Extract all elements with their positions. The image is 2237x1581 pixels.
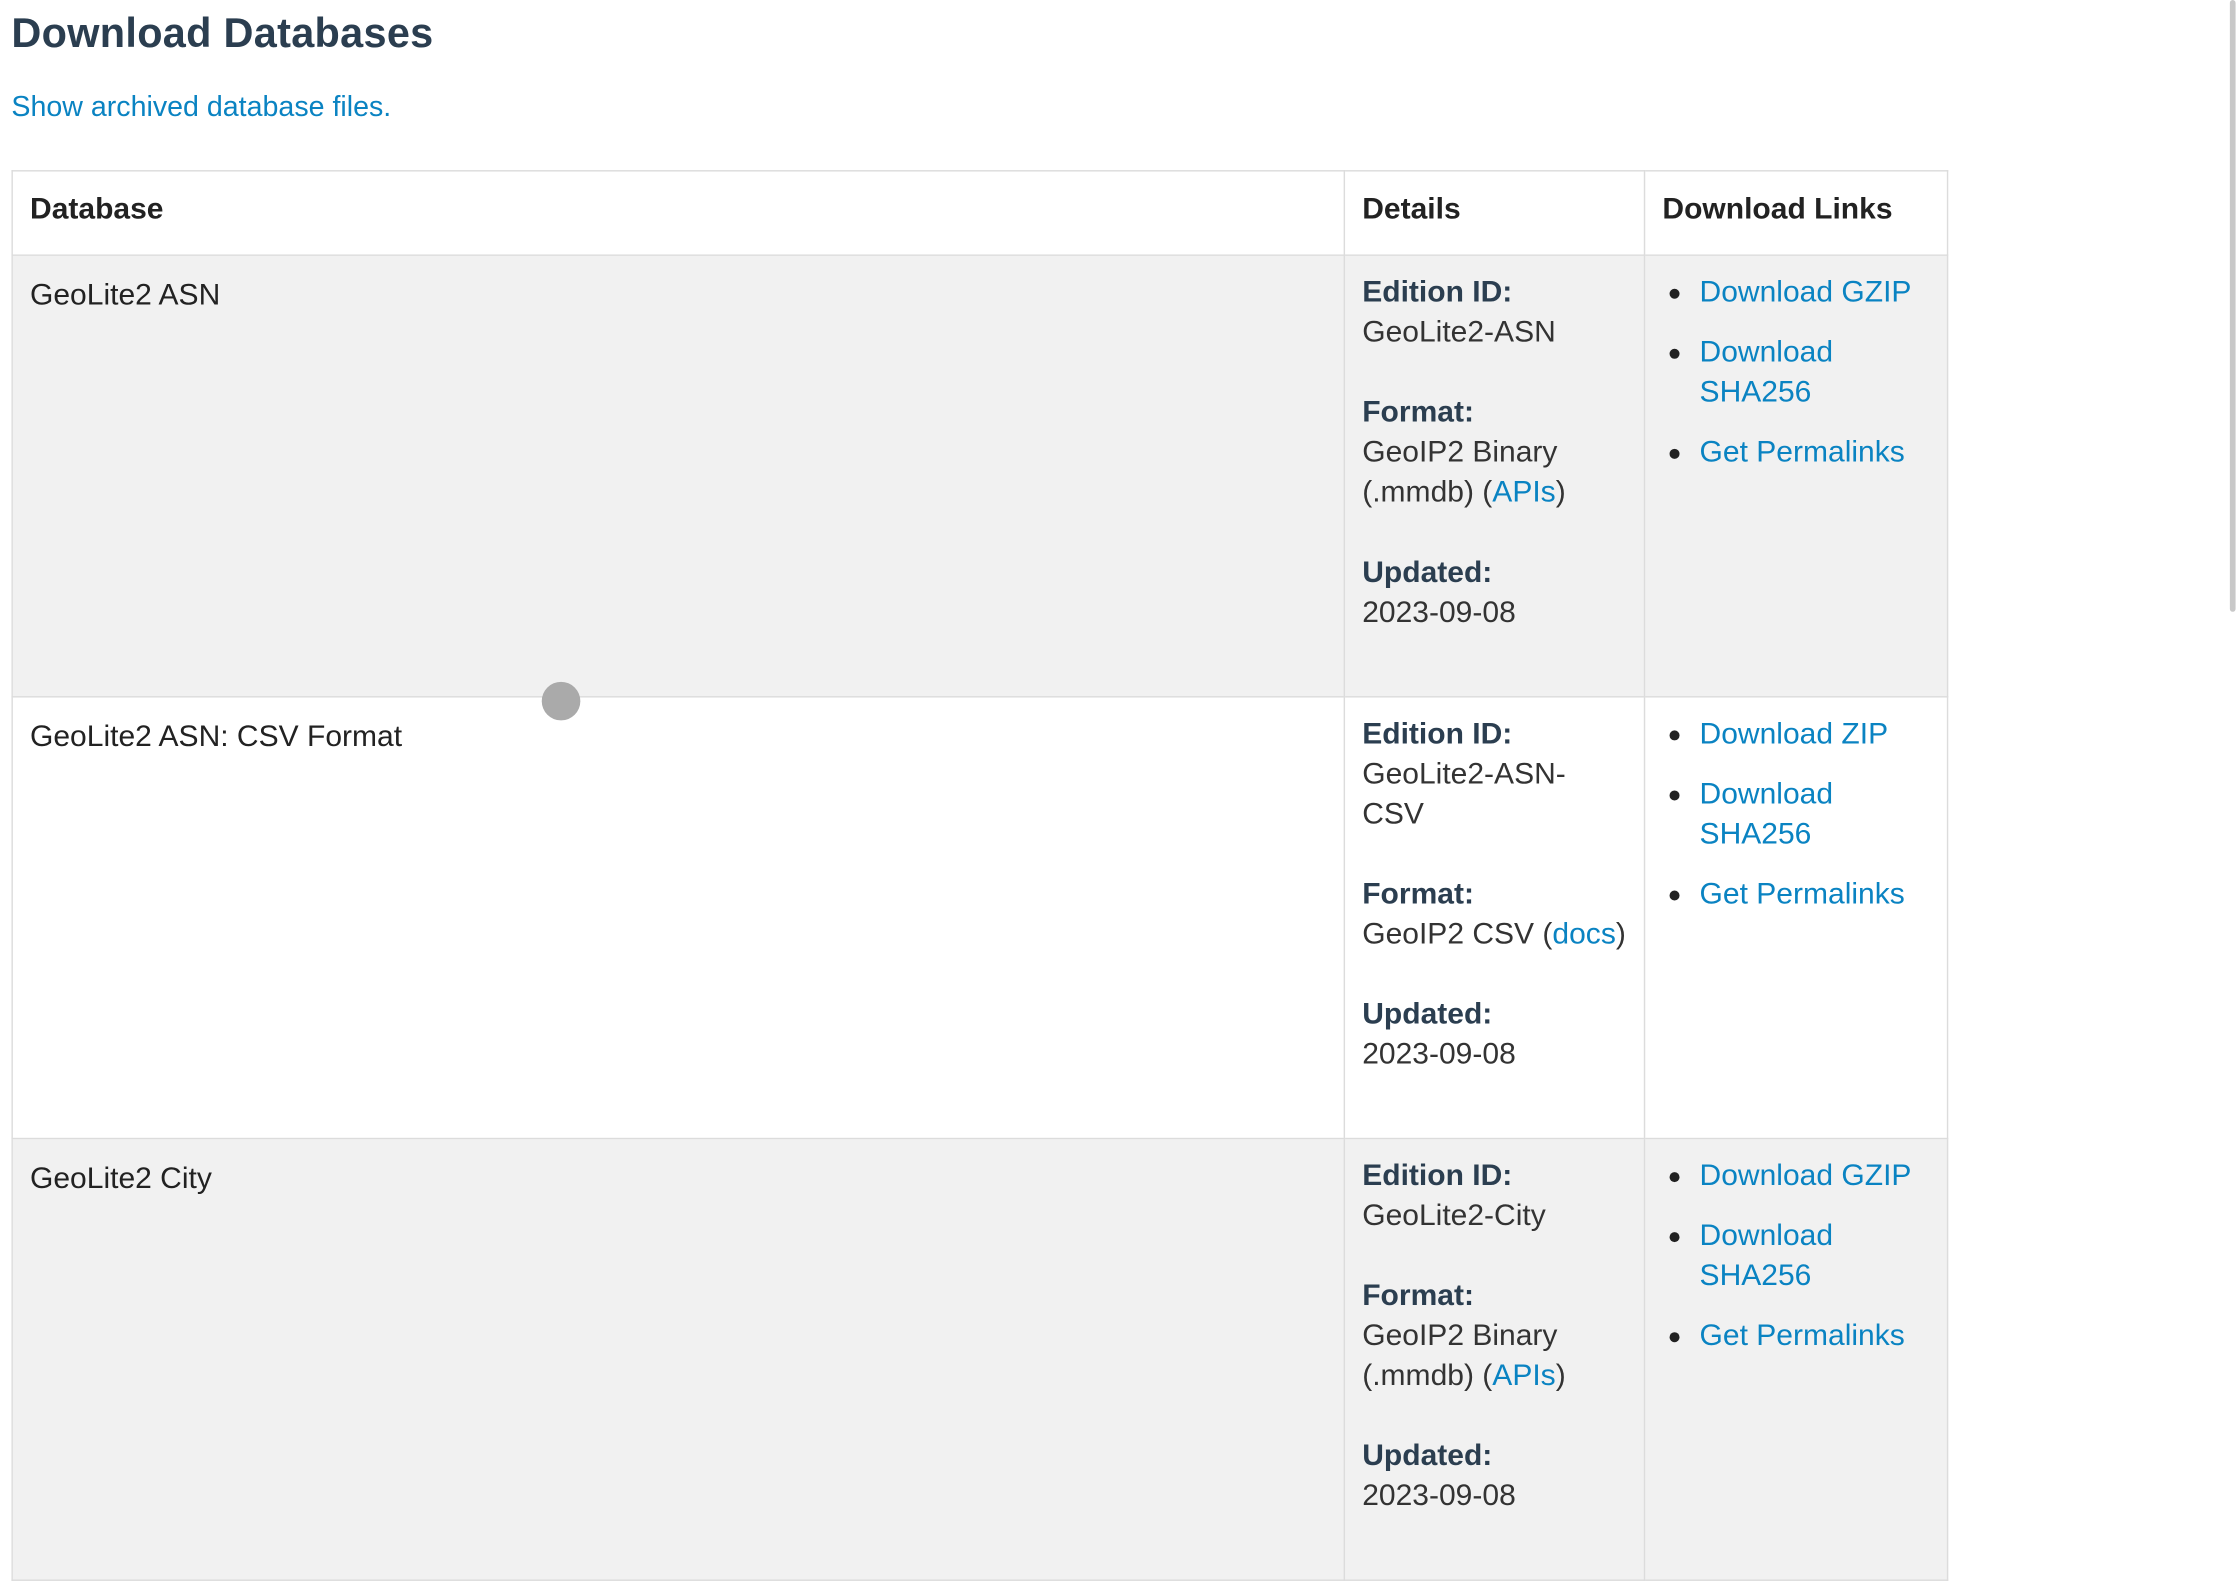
list-item: Download SHA256 — [1669, 1216, 1930, 1296]
download-links-cell: Download GZIP Download SHA256 Get Permal… — [1643, 254, 1949, 698]
format-docs-link[interactable]: docs — [1552, 918, 1615, 951]
details-cell: Edition ID: GeoLite2-ASN Format: GeoIP2 … — [1343, 254, 1646, 698]
updated-value: 2023-09-08 — [1362, 1479, 1516, 1513]
format-label: Format: — [1362, 395, 1474, 429]
updated-value: 2023-09-08 — [1362, 1037, 1516, 1071]
format-label: Format: — [1362, 877, 1474, 911]
get-permalinks-link[interactable]: Get Permalinks — [1700, 878, 1905, 911]
download-sha256-link[interactable]: Download SHA256 — [1700, 778, 1834, 851]
format-text: GeoIP2 CSV — [1362, 917, 1535, 951]
database-name: GeoLite2 ASN: CSV Format — [11, 696, 1346, 1140]
list-item: Download GZIP — [1669, 273, 1930, 313]
mouse-cursor-indicator — [541, 681, 581, 721]
get-permalinks-link[interactable]: Get Permalinks — [1700, 1319, 1905, 1352]
download-archive-link[interactable]: Download GZIP — [1700, 276, 1912, 309]
header-database: Database — [11, 170, 1346, 256]
download-sha256-link[interactable]: Download SHA256 — [1700, 336, 1834, 409]
download-links-list: Download ZIP Download SHA256 Get Permali… — [1662, 715, 1929, 915]
edition-id-label: Edition ID: — [1362, 1159, 1513, 1193]
edition-id-label: Edition ID: — [1362, 717, 1513, 751]
updated-label: Updated: — [1362, 997, 1493, 1031]
list-item: Download ZIP — [1669, 715, 1930, 755]
table-row: GeoLite2 ASN Edition ID: GeoLite2-ASN Fo… — [11, 254, 1949, 698]
databases-table: Database Details Download Links GeoLite2… — [11, 170, 1949, 1581]
list-item: Download GZIP — [1669, 1156, 1930, 1196]
download-sha256-link[interactable]: Download SHA256 — [1700, 1219, 1834, 1292]
header-details: Details — [1343, 170, 1646, 256]
list-item: Download SHA256 — [1669, 333, 1930, 413]
download-archive-link[interactable]: Download ZIP — [1700, 718, 1889, 751]
format-docs-link[interactable]: APIs — [1492, 476, 1555, 509]
download-links-cell: Download ZIP Download SHA256 Get Permali… — [1643, 696, 1949, 1140]
header-download-links: Download Links — [1643, 170, 1949, 256]
format-label: Format: — [1362, 1279, 1474, 1313]
list-item: Download SHA256 — [1669, 775, 1930, 855]
updated-label: Updated: — [1362, 556, 1493, 589]
list-item: Get Permalinks — [1669, 875, 1930, 915]
download-archive-link[interactable]: Download GZIP — [1700, 1159, 1912, 1192]
edition-id-value: GeoLite2-ASN-CSV — [1362, 757, 1566, 831]
edition-id-label: Edition ID: — [1362, 275, 1513, 309]
show-archived-link[interactable]: Show archived database files. — [11, 91, 391, 124]
format-value: GeoIP2 Binary (.mmdb) (APIs) — [1362, 1319, 1566, 1393]
vertical-scrollbar[interactable] — [2229, 0, 2236, 612]
format-value: GeoIP2 CSV (docs) — [1362, 917, 1626, 951]
updated-value: 2023-09-08 — [1362, 596, 1516, 629]
table-header-row: Database Details Download Links — [11, 170, 1949, 256]
table-row: GeoLite2 City Edition ID: GeoLite2-City … — [11, 1137, 1949, 1581]
list-item: Get Permalinks — [1669, 1316, 1930, 1356]
edition-id-value: GeoLite2-City — [1362, 1199, 1546, 1233]
page-content: Download Databases Show archived databas… — [0, 0, 2237, 1581]
get-permalinks-link[interactable]: Get Permalinks — [1700, 436, 1905, 469]
format-docs-link[interactable]: APIs — [1492, 1359, 1555, 1392]
download-links-cell: Download GZIP Download SHA256 Get Permal… — [1643, 1137, 1949, 1581]
table-row: GeoLite2 ASN: CSV Format Edition ID: Geo… — [11, 696, 1949, 1140]
download-links-list: Download GZIP Download SHA256 Get Permal… — [1662, 1156, 1929, 1356]
page-title: Download Databases — [11, 11, 434, 58]
details-cell: Edition ID: GeoLite2-City Format: GeoIP2… — [1343, 1137, 1646, 1581]
database-name: GeoLite2 City — [11, 1137, 1346, 1581]
list-item: Get Permalinks — [1669, 433, 1930, 473]
format-value: GeoIP2 Binary (.mmdb) (APIs) — [1362, 435, 1566, 509]
details-cell: Edition ID: GeoLite2-ASN-CSV Format: Geo… — [1343, 696, 1646, 1140]
edition-id-value: GeoLite2-ASN — [1362, 315, 1556, 349]
download-links-list: Download GZIP Download SHA256 Get Permal… — [1662, 273, 1929, 473]
updated-label: Updated: — [1362, 1439, 1493, 1473]
database-name: GeoLite2 ASN — [11, 254, 1346, 698]
